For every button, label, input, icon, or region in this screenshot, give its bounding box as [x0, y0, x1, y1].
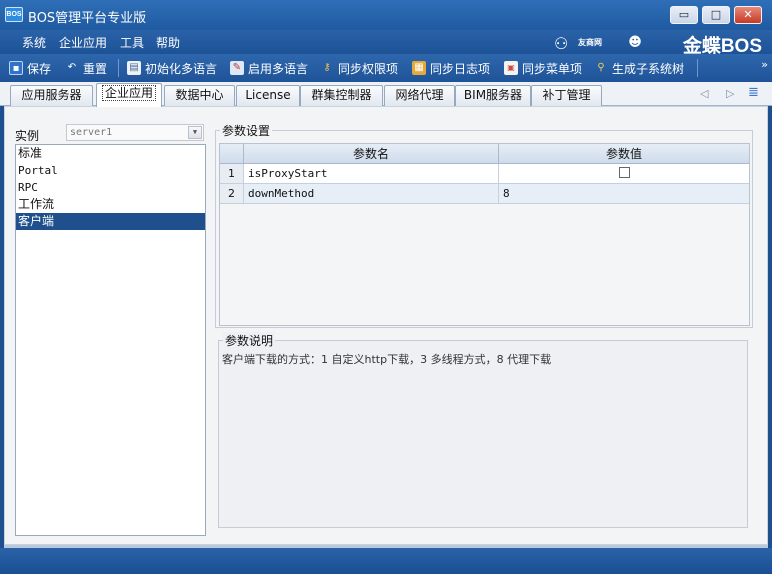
- init-multilang-label: 初始化多语言: [145, 61, 218, 76]
- generate-subsystem-tree-label: 生成子系统树: [612, 61, 685, 76]
- sync-log-label: 同步日志项: [430, 61, 491, 76]
- toolbar-separator: [697, 59, 698, 77]
- tab-scroll-left-icon[interactable]: ◁: [700, 87, 708, 100]
- tab-label: 数据中心: [175, 88, 224, 102]
- sync-log-button[interactable]: ▦ 同步日志项: [412, 58, 490, 78]
- save-icon: ▪: [9, 61, 23, 75]
- init-multilang-button[interactable]: ▤ 初始化多语言: [127, 58, 217, 78]
- column-header-param-value: 参数值: [605, 147, 642, 161]
- menu-system[interactable]: 系统: [20, 33, 48, 52]
- tab-label: License: [245, 88, 291, 102]
- tab-network-proxy[interactable]: 网络代理: [384, 85, 455, 106]
- kingdee-mascot-icon: ☻: [628, 35, 642, 50]
- is-proxy-start-checkbox[interactable]: [618, 167, 630, 178]
- minimize-button[interactable]: ▭: [670, 6, 698, 24]
- toolbar: ▪ 保存 ↶ 重置 ▤ 初始化多语言 ✎ 启用多语言 ⚷ 同步权限项 ▦ 同步日…: [0, 54, 772, 82]
- instance-select-value: server1: [70, 127, 113, 138]
- sync-permission-button[interactable]: ⚷ 同步权限项: [320, 58, 398, 78]
- tab-scroll-right-icon[interactable]: ▷: [726, 87, 734, 100]
- bos-app-icon: BOS: [5, 7, 23, 22]
- reset-label: 重置: [83, 61, 108, 76]
- tree-icon: ⚲: [597, 62, 605, 73]
- tab-list-icon[interactable]: ≣: [748, 85, 759, 100]
- tab-license[interactable]: License: [236, 85, 300, 106]
- grid-corner: [220, 144, 244, 164]
- table-row[interactable]: 2 downMethod 8: [220, 184, 749, 204]
- log-icon: ▦: [412, 61, 426, 75]
- tab-label: 群集控制器: [311, 88, 372, 102]
- instance-select[interactable]: server1 ▼: [66, 124, 204, 141]
- tab-enterprise-app[interactable]: 企业应用: [96, 83, 162, 107]
- tab-label: 企业应用: [101, 85, 156, 101]
- row-number: 2: [220, 184, 244, 203]
- param-settings-group: 参数设置 参数名 参数值 1 isProxyStart 2 downMethod…: [215, 122, 753, 328]
- maximize-button[interactable]: □: [702, 6, 730, 24]
- table-row[interactable]: 1 isProxyStart: [220, 164, 749, 184]
- toolbar-separator: [118, 59, 119, 77]
- people-icon: ⚇: [554, 34, 569, 53]
- minimize-icon: ▭: [678, 8, 690, 21]
- menu-tools[interactable]: 工具: [118, 33, 146, 52]
- reset-button[interactable]: ↶ 重置: [65, 58, 107, 78]
- toolbar-overflow-icon[interactable]: »: [761, 58, 768, 71]
- close-icon: ✕: [743, 8, 753, 21]
- sync-menu-button[interactable]: ▣ 同步菜单项: [504, 58, 582, 78]
- instance-label: 实例: [15, 129, 40, 143]
- menu-icon: ▣: [504, 61, 518, 75]
- list-item[interactable]: Portal: [16, 162, 205, 179]
- param-name-cell: isProxyStart: [244, 164, 499, 183]
- save-label: 保存: [27, 61, 52, 76]
- sync-menu-label: 同步菜单项: [522, 61, 583, 76]
- key-icon: ⚷: [323, 62, 331, 73]
- row-number: 1: [220, 164, 244, 183]
- chevron-down-icon[interactable]: ▼: [188, 126, 202, 139]
- enable-multilang-button[interactable]: ✎ 启用多语言: [230, 58, 308, 78]
- tab-patch-management[interactable]: 补丁管理: [531, 85, 602, 106]
- edit-icon: ✎: [230, 61, 244, 75]
- reset-icon: ↶: [67, 62, 77, 73]
- param-description-text: 客户端下载的方式：1 自定义http下载，3 多线程方式，8 代理下载: [222, 353, 552, 366]
- list-item[interactable]: RPC: [16, 179, 205, 196]
- main-content: 实例 server1 ▼ 标准 Portal RPC 工作流 客户端 参数设置 …: [4, 106, 768, 545]
- param-grid: 参数名 参数值 1 isProxyStart 2 downMethod 8: [219, 143, 750, 326]
- tab-label: 应用服务器: [21, 88, 82, 102]
- enable-multilang-label: 启用多语言: [248, 61, 309, 76]
- youshang-logo-text: 友商网: [578, 38, 602, 47]
- status-bar: [0, 548, 772, 574]
- menu-help[interactable]: 帮助: [154, 33, 182, 52]
- menu-bar: 系统 企业应用 工具 帮助 ⚇ 友商网 ☻ 金蝶BOS: [0, 30, 772, 57]
- menu-enterprise-app[interactable]: 企业应用: [57, 33, 109, 52]
- maximize-icon: □: [710, 8, 722, 21]
- close-button[interactable]: ✕: [734, 6, 762, 24]
- tab-cluster-controller[interactable]: 群集控制器: [300, 85, 383, 106]
- generate-subsystem-tree-button[interactable]: ⚲ 生成子系统树: [594, 58, 684, 78]
- window-title: BOS管理平台专业版: [28, 11, 147, 26]
- grid-header: 参数名 参数值: [220, 144, 749, 164]
- tab-bar: 应用服务器 企业应用 数据中心 License 群集控制器 网络代理 BIM服务…: [0, 82, 772, 107]
- column-header-param-name: 参数名: [244, 144, 499, 164]
- tab-label: BIM服务器: [463, 88, 523, 102]
- instance-list: 标准 Portal RPC 工作流 客户端: [15, 144, 206, 536]
- save-button[interactable]: ▪ 保存: [9, 58, 51, 78]
- param-name-cell: downMethod: [244, 184, 499, 203]
- title-bar: BOS BOS管理平台专业版 ▭ □ ✕: [0, 0, 772, 30]
- list-item[interactable]: 标准: [16, 145, 205, 162]
- param-value-cell[interactable]: 8: [499, 184, 749, 203]
- param-description-legend: 参数说明: [223, 332, 276, 349]
- tab-app-server[interactable]: 应用服务器: [10, 85, 93, 106]
- list-item[interactable]: 客户端: [16, 213, 205, 230]
- tab-data-center[interactable]: 数据中心: [164, 85, 235, 106]
- tab-bim-server[interactable]: BIM服务器: [455, 85, 531, 106]
- sync-permission-label: 同步权限项: [338, 61, 399, 76]
- document-icon: ▤: [127, 61, 141, 75]
- param-settings-legend: 参数设置: [220, 122, 273, 139]
- youshang-logo: ⚇ 友商网: [554, 33, 616, 53]
- param-description-group: 参数说明 客户端下载的方式：1 自定义http下载，3 多线程方式，8 代理下载: [218, 332, 748, 528]
- param-value-cell[interactable]: [499, 164, 749, 183]
- tab-label: 补丁管理: [542, 88, 591, 102]
- tab-label: 网络代理: [395, 88, 444, 102]
- list-item[interactable]: 工作流: [16, 196, 205, 213]
